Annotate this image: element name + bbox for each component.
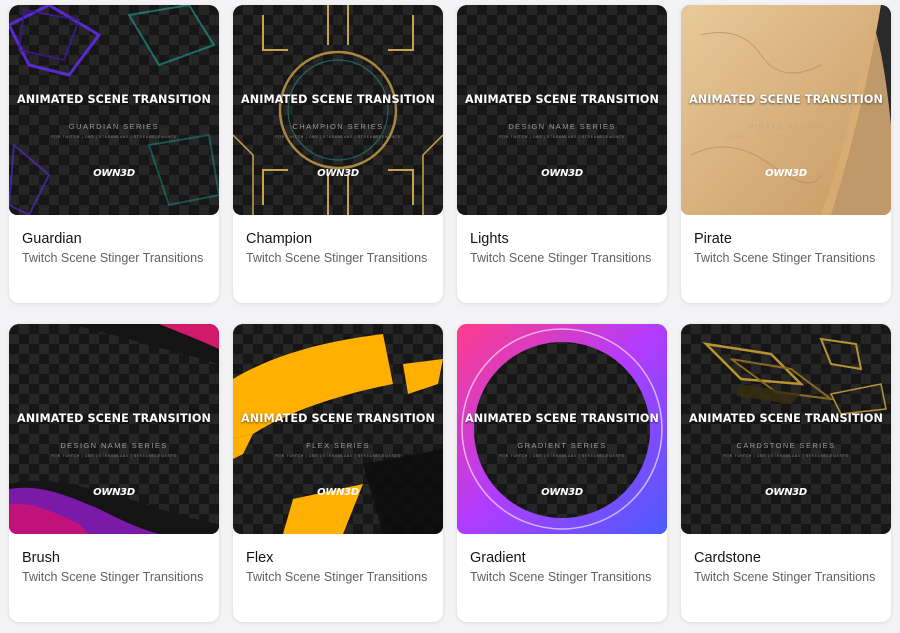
thumbnail-series: CHAMPION SERIES [292,122,384,131]
thumbnail-title: ANIMATED SCENE TRANSITION [16,412,212,425]
product-name[interactable]: Champion [246,230,435,248]
thumbnail-platforms: FOR TWITCH | OBS | STREAMLABS | STREAMEL… [723,135,849,139]
card-info: Brush Twitch Scene Stinger Transitions [22,549,211,586]
thumbnail-overlay: ANIMATED SCENE TRANSITION DESIGN NAME SE… [457,5,667,215]
thumbnail-platforms: FOR TWITCH | OBS | STREAMLABS | STREAMEL… [499,454,625,458]
product-thumbnail[interactable]: ANIMATED SCENE TRANSITION PIRATE SERIES … [681,5,891,215]
thumbnail-title: ANIMATED SCENE TRANSITION [464,93,660,106]
product-thumbnail[interactable]: ANIMATED SCENE TRANSITION GRADIENT SERIE… [457,324,667,534]
brand-logo: OWN3D [765,168,807,179]
product-card-guardian[interactable]: ANIMATED SCENE TRANSITION GUARDIAN SERIE… [9,5,219,303]
thumbnail-series: FLEX SERIES [306,441,370,450]
product-grid: ANIMATED SCENE TRANSITION GUARDIAN SERIE… [0,0,900,633]
thumbnail-series: DESIGN NAME SERIES [60,441,168,450]
product-description: Twitch Scene Stinger Transitions [470,251,652,265]
thumbnail-overlay: ANIMATED SCENE TRANSITION PIRATE SERIES … [681,5,891,215]
thumbnail-platforms: FOR TWITCH | OBS | STREAMLABS | STREAMEL… [51,135,177,139]
brand-logo: OWN3D [93,168,135,179]
product-thumbnail[interactable]: ANIMATED SCENE TRANSITION CARDSTONE SERI… [681,324,891,534]
product-card-gradient[interactable]: ANIMATED SCENE TRANSITION GRADIENT SERIE… [457,324,667,622]
product-thumbnail[interactable]: ANIMATED SCENE TRANSITION DESIGN NAME SE… [9,324,219,534]
thumbnail-series: DESIGN NAME SERIES [508,122,616,131]
thumbnail-title: ANIMATED SCENE TRANSITION [16,93,212,106]
thumbnail-platforms: FOR TWITCH | OBS | STREAMLABS | STREAMEL… [275,135,401,139]
thumbnail-title: ANIMATED SCENE TRANSITION [240,412,436,425]
card-info: Flex Twitch Scene Stinger Transitions [246,549,435,586]
thumbnail-overlay: ANIMATED SCENE TRANSITION FLEX SERIES FO… [233,324,443,534]
product-description: Twitch Scene Stinger Transitions [694,251,876,265]
product-description: Twitch Scene Stinger Transitions [470,570,652,584]
card-info: Lights Twitch Scene Stinger Transitions [470,230,659,267]
thumbnail-series: PIRATE SERIES [748,122,824,131]
thumbnail-platforms: FOR TWITCH | OBS | STREAMLABS | STREAMEL… [723,454,849,458]
product-thumbnail[interactable]: ANIMATED SCENE TRANSITION DESIGN NAME SE… [457,5,667,215]
product-description: Twitch Scene Stinger Transitions [22,570,204,584]
card-info: Guardian Twitch Scene Stinger Transition… [22,230,211,267]
product-description: Twitch Scene Stinger Transitions [694,570,876,584]
brand-logo: OWN3D [541,168,583,179]
product-name[interactable]: Guardian [22,230,211,248]
brand-logo: OWN3D [317,168,359,179]
thumbnail-platforms: FOR TWITCH | OBS | STREAMLABS | STREAMEL… [51,454,177,458]
brand-logo: OWN3D [765,487,807,498]
thumbnail-title: ANIMATED SCENE TRANSITION [688,93,884,106]
product-thumbnail[interactable]: ANIMATED SCENE TRANSITION GUARDIAN SERIE… [9,5,219,215]
thumbnail-overlay: ANIMATED SCENE TRANSITION CARDSTONE SERI… [681,324,891,534]
product-name[interactable]: Brush [22,549,211,567]
product-description: Twitch Scene Stinger Transitions [246,251,428,265]
thumbnail-series: GRADIENT SERIES [517,441,607,450]
thumbnail-title: ANIMATED SCENE TRANSITION [464,412,660,425]
card-info: Cardstone Twitch Scene Stinger Transitio… [694,549,883,586]
product-description: Twitch Scene Stinger Transitions [22,251,204,265]
product-name[interactable]: Flex [246,549,435,567]
product-card-flex[interactable]: ANIMATED SCENE TRANSITION FLEX SERIES FO… [233,324,443,622]
product-card-brush[interactable]: ANIMATED SCENE TRANSITION DESIGN NAME SE… [9,324,219,622]
product-card-lights[interactable]: ANIMATED SCENE TRANSITION DESIGN NAME SE… [457,5,667,303]
product-card-champion[interactable]: ANIMATED SCENE TRANSITION CHAMPION SERIE… [233,5,443,303]
product-description: Twitch Scene Stinger Transitions [246,570,428,584]
thumbnail-platforms: FOR TWITCH | OBS | STREAMLABS | STREAMEL… [499,135,625,139]
card-info: Champion Twitch Scene Stinger Transition… [246,230,435,267]
product-thumbnail[interactable]: ANIMATED SCENE TRANSITION FLEX SERIES FO… [233,324,443,534]
product-card-pirate[interactable]: ANIMATED SCENE TRANSITION PIRATE SERIES … [681,5,891,303]
thumbnail-overlay: ANIMATED SCENE TRANSITION GUARDIAN SERIE… [9,5,219,215]
card-info: Gradient Twitch Scene Stinger Transition… [470,549,659,586]
thumbnail-platforms: FOR TWITCH | OBS | STREAMLABS | STREAMEL… [275,454,401,458]
product-name[interactable]: Gradient [470,549,659,567]
thumbnail-series: GUARDIAN SERIES [68,122,160,131]
thumbnail-series: CARDSTONE SERIES [736,441,836,450]
product-card-cardstone[interactable]: ANIMATED SCENE TRANSITION CARDSTONE SERI… [681,324,891,622]
brand-logo: OWN3D [93,487,135,498]
thumbnail-title: ANIMATED SCENE TRANSITION [688,412,884,425]
thumbnail-overlay: ANIMATED SCENE TRANSITION DESIGN NAME SE… [9,324,219,534]
card-info: Pirate Twitch Scene Stinger Transitions [694,230,883,267]
product-thumbnail[interactable]: ANIMATED SCENE TRANSITION CHAMPION SERIE… [233,5,443,215]
thumbnail-overlay: ANIMATED SCENE TRANSITION GRADIENT SERIE… [457,324,667,534]
product-name[interactable]: Pirate [694,230,883,248]
product-name[interactable]: Cardstone [694,549,883,567]
brand-logo: OWN3D [317,487,359,498]
product-name[interactable]: Lights [470,230,659,248]
brand-logo: OWN3D [541,487,583,498]
thumbnail-overlay: ANIMATED SCENE TRANSITION CHAMPION SERIE… [233,5,443,215]
thumbnail-title: ANIMATED SCENE TRANSITION [240,93,436,106]
